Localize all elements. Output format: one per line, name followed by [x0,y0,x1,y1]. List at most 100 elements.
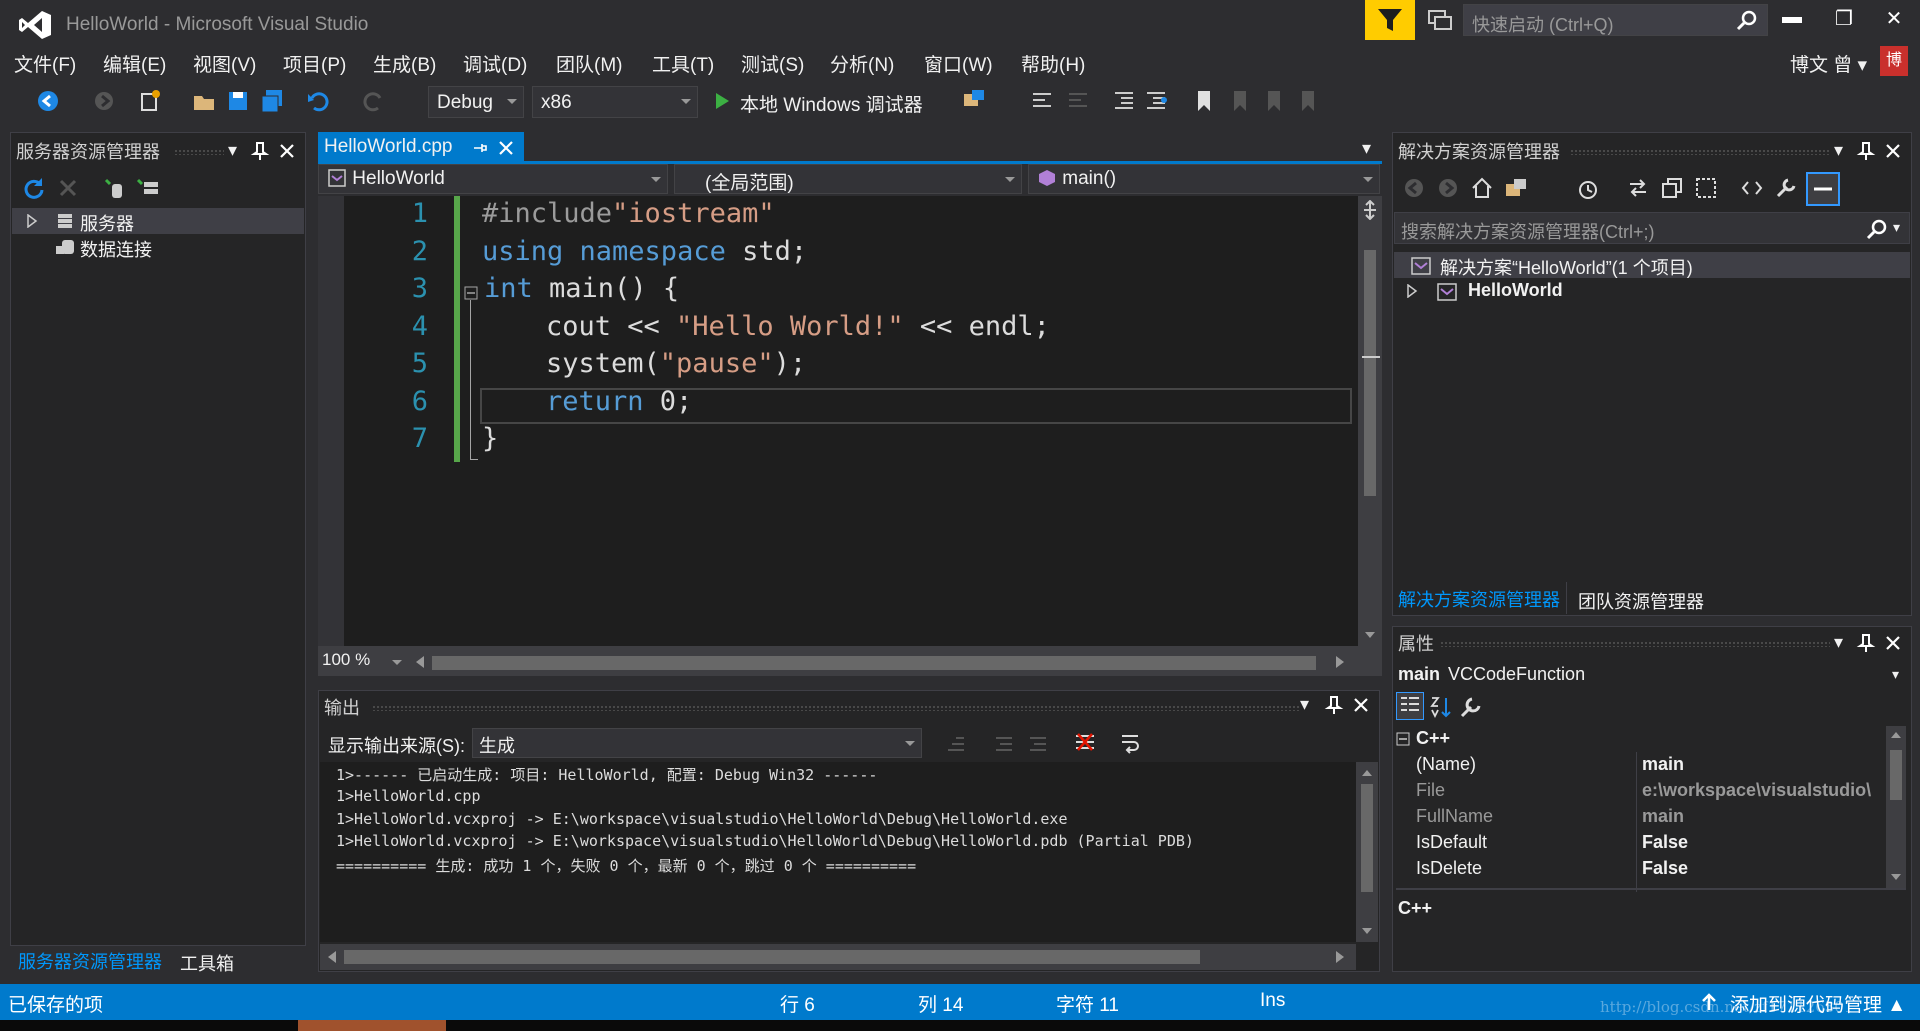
scroll-thumb[interactable] [1364,250,1376,496]
tab-solution-explorer[interactable]: 解决方案资源管理器 [1398,586,1560,612]
tree-item-servers[interactable]: 服务器 [12,208,304,234]
property-value[interactable]: False [1642,832,1882,853]
open-file-icon[interactable] [192,88,216,114]
step-into-icon[interactable] [1030,88,1054,114]
property-vertical-scrollbar[interactable] [1886,726,1906,888]
uncomment-lines-icon[interactable] [1144,88,1168,114]
refresh-icon[interactable] [22,176,46,200]
pin-icon[interactable] [1856,632,1876,654]
start-debugging-button[interactable]: 本地 Windows 调试器 [712,88,923,116]
back-icon[interactable] [1402,176,1426,200]
notification-filter-button[interactable] [1365,0,1415,40]
scroll-thumb[interactable] [1890,750,1902,800]
undo-icon[interactable] [306,88,330,114]
forward-icon[interactable] [1436,176,1460,200]
scroll-right-icon[interactable] [1334,654,1346,670]
navigate-forward-icon[interactable] [92,88,116,114]
tab-overflow-button[interactable]: ▾ [1362,138,1371,159]
collapse-all-icon[interactable] [1660,176,1684,200]
pin-icon[interactable] [1856,140,1876,162]
save-icon[interactable] [226,88,250,114]
solution-platform-select[interactable]: x86 [532,86,698,118]
horizontal-scroll-thumb[interactable] [344,950,1200,964]
menu-window[interactable]: 窗口(W) [924,50,993,77]
horizontal-scroll-thumb[interactable] [432,656,1316,670]
pin-icon[interactable] [1324,694,1344,716]
quick-launch-input[interactable]: 快速启动 (Ctrl+Q) [1463,4,1768,36]
tree-item-solution[interactable]: 解决方案“HelloWorld”(1 个项目) [1394,252,1910,278]
menu-project[interactable]: 项目(P) [283,50,346,77]
output-vertical-scrollbar[interactable] [1356,762,1378,942]
scroll-up-icon[interactable] [1890,730,1902,740]
output-source-select[interactable]: 生成 [472,728,922,758]
solution-search-input[interactable]: 搜索解决方案资源管理器(Ctrl+;) ▾ [1394,212,1910,244]
navigate-back-icon[interactable] [36,88,60,114]
alphabetical-icon[interactable] [1428,694,1454,720]
feedback-icon[interactable] [1425,8,1455,34]
bookmark-icon[interactable] [1192,88,1216,114]
menu-tools[interactable]: 工具(T) [652,50,714,77]
scroll-down-icon[interactable] [1364,630,1376,640]
solution-config-select[interactable]: Debug [428,86,524,118]
scroll-down-icon[interactable] [1361,926,1373,936]
tree-item-project[interactable]: HelloWorld [1394,278,1910,304]
collapse-outline-icon[interactable] [464,286,478,300]
close-icon[interactable] [1352,696,1370,714]
zoom-select[interactable]: 100 % [318,648,408,676]
scroll-left-icon[interactable] [326,950,338,964]
comment-lines-icon[interactable] [1112,88,1136,114]
preview-selected-items-button[interactable] [1806,172,1840,206]
panel-menu-button[interactable]: ▾ [228,140,237,161]
properties-wrench-icon[interactable] [1774,176,1798,200]
pin-icon[interactable] [250,140,270,162]
tab-hello-world-cpp[interactable]: HelloWorld.cpp [318,132,524,162]
close-tab-icon[interactable] [498,140,514,156]
view-code-icon[interactable] [1740,176,1764,200]
clear-bookmarks-icon[interactable] [1296,88,1320,114]
categorized-button[interactable] [1396,692,1424,720]
menu-debug[interactable]: 调试(D) [463,50,527,77]
menu-analyze[interactable]: 分析(N) [830,50,894,77]
previous-message-icon[interactable] [992,732,1016,754]
switch-views-icon[interactable] [1504,176,1530,200]
scroll-right-icon[interactable] [1334,950,1346,964]
close-icon[interactable] [278,142,296,160]
property-value[interactable]: main [1642,754,1882,775]
panel-menu-button[interactable]: ▾ [1834,140,1843,161]
property-value[interactable]: e:\workspace\visualstudio\ [1642,780,1882,801]
minimize-button[interactable]: ▬ [1772,6,1812,36]
scroll-left-icon[interactable] [414,654,426,670]
scroll-thumb[interactable] [1361,784,1373,892]
sync-with-active-document-icon[interactable] [1626,176,1650,200]
scroll-down-icon[interactable] [1890,872,1902,882]
pin-tab-icon[interactable] [472,140,488,156]
property-pages-wrench-icon[interactable] [1458,694,1484,720]
menu-edit[interactable]: 编辑(E) [103,50,166,77]
tree-item-data-connections[interactable]: 数据连接 [12,234,304,260]
property-value[interactable]: False [1642,858,1882,879]
split-window-icon[interactable] [1362,200,1378,220]
next-bookmark-icon[interactable] [1262,88,1286,114]
show-all-files-icon[interactable] [1694,176,1718,200]
close-window-button[interactable]: ✕ [1874,6,1914,36]
pending-changes-filter-icon[interactable] [1576,176,1600,200]
home-icon[interactable] [1470,176,1494,200]
description-splitter[interactable] [1396,888,1906,890]
step-over-icon[interactable] [1066,88,1090,114]
connect-database-icon[interactable] [102,176,126,200]
connect-server-icon[interactable] [136,176,160,200]
panel-menu-button[interactable]: ▾ [1300,694,1309,715]
menu-file[interactable]: 文件(F) [14,50,76,77]
tab-toolbox[interactable]: 工具箱 [180,950,234,976]
scope-navigation-select[interactable]: (全局范围) [674,164,1022,194]
next-message-icon[interactable] [1026,732,1050,754]
search-options-icon[interactable]: ▾ [1893,219,1900,236]
scroll-up-icon[interactable] [1361,768,1373,778]
panel-menu-button[interactable]: ▾ [1834,632,1843,653]
clear-all-icon[interactable] [1072,730,1098,754]
restore-button[interactable]: ❐ [1824,6,1864,36]
tab-team-explorer[interactable]: 团队资源管理器 [1578,588,1704,614]
stop-refresh-icon[interactable] [56,176,80,200]
find-message-icon[interactable] [944,732,968,754]
avatar[interactable]: 博 [1880,46,1908,76]
